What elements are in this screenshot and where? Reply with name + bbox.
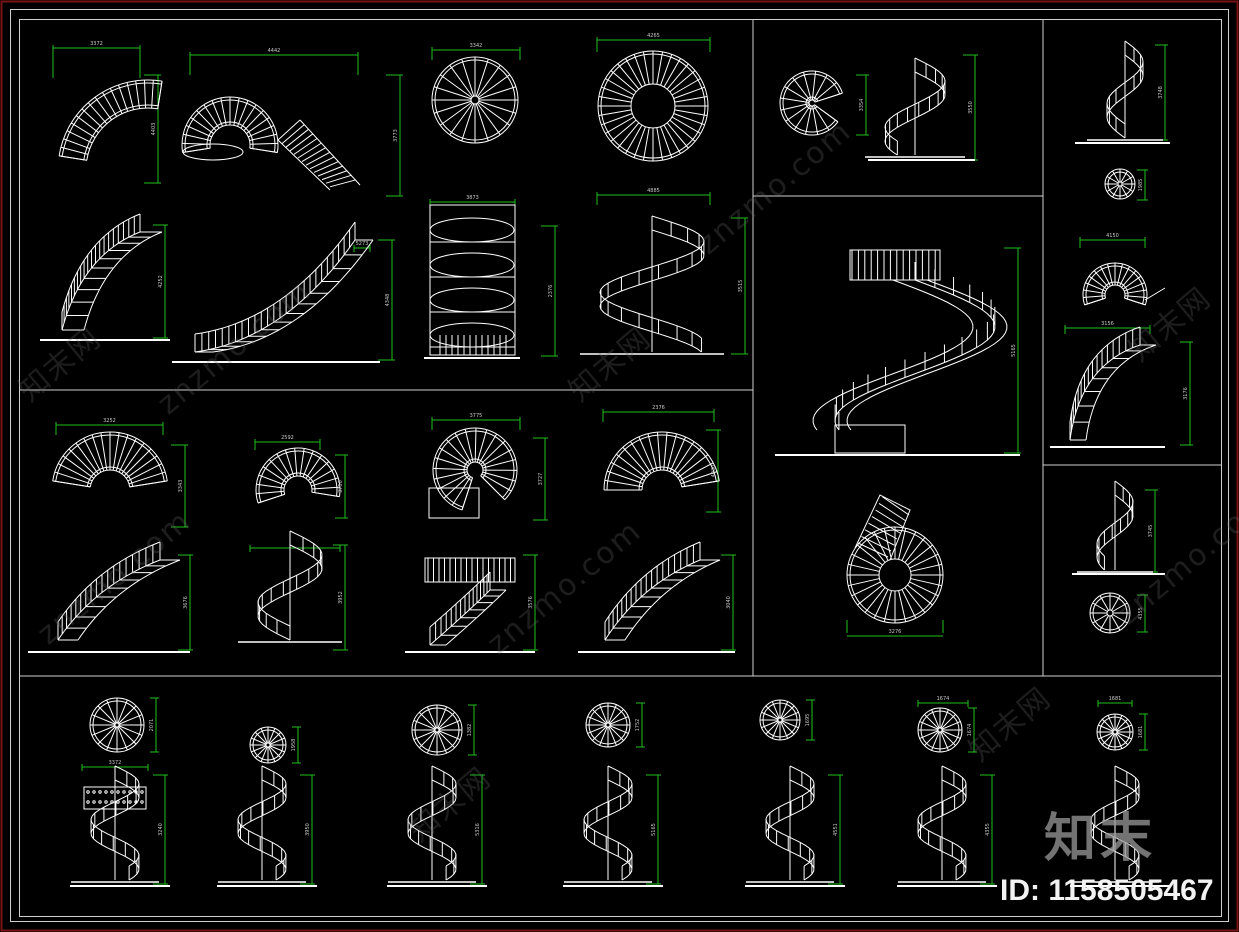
stair-elevation	[61, 213, 163, 331]
stair-plan	[52, 431, 168, 488]
dimension-value: 1695	[805, 714, 811, 727]
stair-elevation	[424, 557, 516, 583]
stair-plan	[1104, 168, 1136, 200]
dimension-lines	[52, 37, 1193, 885]
dimension-value: 3276	[889, 629, 902, 635]
spiral-stair-elevation	[746, 765, 834, 883]
dimension-value: 3750	[338, 480, 344, 493]
dimension-value: 3950	[305, 823, 311, 836]
dimension-value: 4551	[833, 823, 839, 836]
stair-plan	[917, 707, 963, 753]
dimension-value: 5165	[1011, 344, 1017, 357]
dimension-value: 1752	[635, 719, 641, 732]
dimension-value: 3873	[466, 195, 479, 201]
stair-plan	[603, 431, 720, 491]
horizontal-dimension	[249, 545, 341, 552]
special-stair-drawings	[812, 249, 1008, 624]
dimension-value: 4403	[151, 123, 157, 136]
dimension-value: 3040	[726, 596, 732, 609]
dimension-value: 3550	[968, 101, 974, 114]
dimension-value: 2376	[652, 405, 665, 411]
dimension-value: 3372	[109, 760, 122, 766]
dimension-value: 3343	[178, 480, 184, 493]
dimension-value: 3745	[1148, 525, 1154, 538]
dimension-value: 3156	[1101, 321, 1114, 327]
dimension-value: 4150	[1106, 233, 1119, 239]
stair-plan	[89, 697, 145, 753]
dimension-value: 3727	[538, 473, 544, 486]
dimension-value: 3515	[738, 280, 744, 293]
dimension-value: 1674	[937, 696, 950, 702]
horizontal-dimension	[596, 37, 711, 52]
dimension-value: 5316	[475, 823, 481, 836]
stair-plan	[597, 50, 709, 162]
stair-plan	[585, 702, 631, 748]
dimension-value: 3354	[859, 99, 865, 112]
dimension-value: 2376	[548, 285, 554, 298]
large-spiral-stair-elevation	[812, 249, 1008, 454]
spiral-stair-elevation	[218, 765, 306, 883]
spiral-stair-elevation	[865, 57, 965, 158]
dimension-value: 3775	[470, 413, 483, 419]
dimension-value: 4265	[647, 33, 660, 39]
image-id-label: ID: 1158505467	[1000, 874, 1214, 907]
dimension-value: 3952	[338, 591, 344, 604]
spiral-stair-elevation	[1077, 480, 1153, 573]
spiral-stair-plan	[846, 494, 944, 624]
dimension-value: 4348	[385, 294, 391, 307]
dimension-value: 2071	[149, 719, 155, 732]
stair-elevation-views	[28, 40, 1170, 887]
horizontal-dimension	[189, 52, 359, 75]
spiral-stair-plan-core	[846, 526, 944, 624]
horizontal-dimension	[52, 45, 141, 78]
spiral-stair-elevation	[564, 765, 652, 883]
stair-plan	[58, 79, 163, 161]
dimension-value: 1958	[291, 739, 297, 752]
dimension-value: 5273	[356, 241, 369, 247]
dimension-value: 4252	[158, 275, 164, 288]
cad-drawing-sheet: 3372 4403 4442 3773 3342 4265 4252 4348 5273 3873…	[0, 0, 1239, 932]
brand-logo-watermark: 知末	[1044, 809, 1157, 869]
dimension-value: 3252	[103, 418, 116, 424]
dimension-value: 3372	[90, 41, 103, 47]
dimension-value: 4355	[985, 823, 991, 836]
dimension-value: 1681	[1138, 726, 1144, 739]
stair-plan	[431, 56, 519, 144]
spiral-stair-elevation	[898, 765, 986, 883]
stair-plan	[1096, 713, 1134, 751]
stair-plan	[1082, 262, 1148, 306]
stair-plan	[411, 704, 463, 756]
dimension-value: 1382	[467, 724, 473, 737]
dimension-value: 5165	[651, 823, 657, 836]
dimension-value: 4030	[711, 465, 717, 478]
spiral-stair-elevation	[71, 765, 159, 883]
dimension-value: 3240	[158, 823, 164, 836]
spiral-stair-elevation	[429, 204, 516, 356]
dimension-value: 3773	[393, 129, 399, 142]
dimension-value: 2592	[281, 435, 294, 441]
dimension-value: 3676	[183, 596, 189, 609]
dimension-value: 3176	[1183, 387, 1189, 400]
stair-plan	[181, 96, 279, 154]
dimension-value: 4442	[268, 48, 281, 54]
dimension-value: 3342	[470, 43, 483, 49]
stair-plan	[249, 726, 287, 764]
sheet-frame	[0, 0, 1239, 932]
stair-plan	[759, 699, 801, 741]
dimension-value: 1681	[1109, 696, 1122, 702]
stair-plan	[255, 447, 341, 504]
stair-plan-views	[52, 50, 1166, 764]
spiral-stair-elevation	[1087, 40, 1163, 141]
dimension-value: 3748	[1158, 86, 1164, 99]
dimension-value: 1985	[1138, 179, 1144, 192]
dimension-value: 4885	[647, 188, 660, 194]
stair-plan	[432, 427, 518, 511]
